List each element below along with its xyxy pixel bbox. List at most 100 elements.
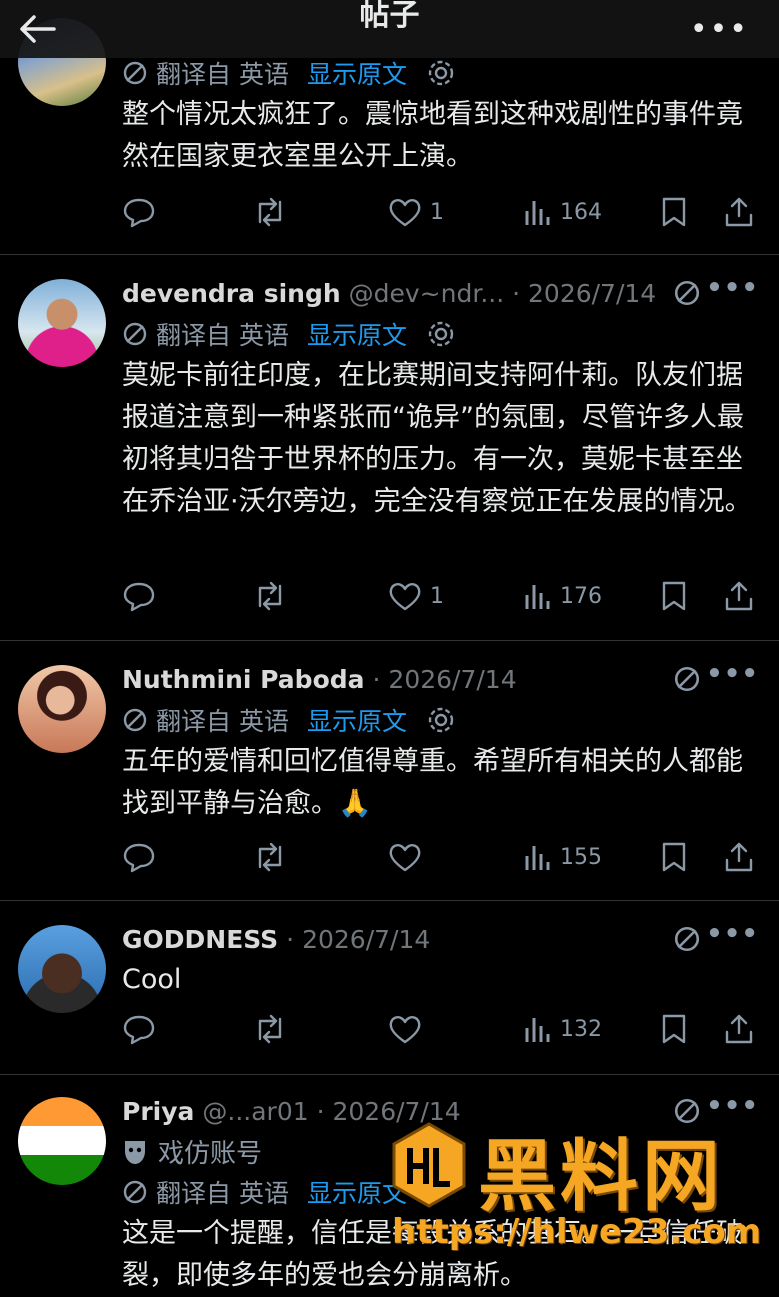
author-name[interactable]: Priya: [122, 1097, 194, 1126]
author-name[interactable]: Nuthmini Paboda: [122, 665, 365, 694]
like-button[interactable]: 1: [388, 196, 524, 228]
heart-icon: [389, 199, 421, 227]
watermark-url: https://hlwe23.com: [392, 1212, 762, 1252]
reply-icon: [123, 1015, 155, 1045]
like-button[interactable]: 1: [388, 580, 524, 612]
author-name[interactable]: GODDNESS: [122, 925, 278, 954]
avatar[interactable]: [18, 279, 106, 367]
author-handle: @dev~ndr... · 2026/7/14: [348, 279, 657, 308]
retweet-button[interactable]: [252, 841, 388, 873]
mask-icon: [125, 1140, 145, 1164]
reply-icon: [123, 843, 155, 873]
share-icon: [725, 581, 753, 611]
reply-icon: [123, 582, 155, 612]
no-translate-icon: [123, 61, 147, 85]
bookmark-icon: [662, 842, 686, 872]
author-row[interactable]: devendra singh @dev~ndr... · 2026/7/14 ••…: [122, 279, 759, 313]
share-button[interactable]: [724, 196, 754, 228]
share-icon: [725, 1014, 753, 1044]
translation-row: 翻译自 英语 显示原文: [122, 56, 455, 90]
reply-post[interactable]: Nuthmini Paboda · 2026/7/14 ••• 翻译自 英语 显示…: [0, 641, 779, 901]
view-count: 164: [560, 199, 602, 225]
reply-post[interactable]: devendra singh @dev~ndr... · 2026/7/14 ••…: [0, 255, 779, 641]
retweet-icon: [258, 197, 282, 227]
heart-icon: [389, 844, 421, 872]
views-button[interactable]: 176: [524, 581, 660, 611]
gear-icon[interactable]: [427, 706, 455, 734]
views-icon: [525, 585, 550, 609]
page-title: 帖子: [359, 0, 420, 33]
retweet-icon: [258, 581, 282, 611]
author-handle: · 2026/7/14: [286, 925, 431, 954]
author-row[interactable]: Nuthmini Paboda · 2026/7/14 •••: [122, 665, 759, 699]
views-button[interactable]: 155: [524, 842, 660, 872]
reply-button[interactable]: [122, 196, 252, 228]
no-translate-icon: [674, 926, 700, 952]
views-icon: [525, 846, 550, 870]
retweet-button[interactable]: [252, 1013, 388, 1045]
post-text: 莫妮卡前往印度，在比赛期间支持阿什莉。队友们据报道注意到一种紧张而“诡异”的氛围…: [122, 360, 752, 517]
translation-row: 翻译自 英语 显示原文: [122, 703, 455, 737]
bookmark-button[interactable]: [660, 580, 724, 612]
reply-button[interactable]: [122, 1013, 252, 1045]
bookmark-icon: [662, 581, 686, 611]
retweet-button[interactable]: [252, 580, 388, 612]
reply-icon: [123, 198, 155, 228]
show-original-link[interactable]: 显示原文: [307, 55, 407, 91]
avatar[interactable]: [18, 1097, 106, 1185]
view-count: 155: [560, 844, 602, 870]
avatar[interactable]: [18, 665, 106, 753]
more-icon[interactable]: •••: [706, 925, 759, 949]
share-icon: [725, 197, 753, 227]
retweet-icon: [258, 842, 282, 872]
reply-button[interactable]: [122, 580, 252, 612]
reply-post[interactable]: GODDNESS · 2026/7/14 ••• Cool 132: [0, 901, 779, 1075]
post-text: 整个情况太疯狂了。震惊地看到这种戏剧性的事件竟然在国家更衣室里公开上演。: [122, 99, 743, 172]
heart-icon: [389, 1016, 421, 1044]
more-icon[interactable]: •••: [706, 279, 759, 303]
bookmark-button[interactable]: [660, 841, 724, 873]
avatar[interactable]: [18, 925, 106, 1013]
post-text: 五年的爱情和回忆值得尊重。希望所有相关的人都能找到平静与治愈。🙏: [122, 746, 743, 819]
share-button[interactable]: [724, 841, 754, 873]
like-button[interactable]: [388, 1013, 524, 1045]
action-bar: 1 176: [122, 576, 762, 616]
action-bar: 132: [122, 1009, 762, 1049]
action-bar: 155: [122, 837, 762, 877]
retweet-button[interactable]: [252, 196, 388, 228]
views-icon: [525, 1018, 550, 1042]
views-button[interactable]: 132: [524, 1014, 660, 1044]
author-row[interactable]: GODDNESS · 2026/7/14 •••: [122, 925, 759, 959]
translated-from-label: 翻译自 英语: [156, 60, 289, 89]
parody-text: 戏仿账号: [158, 1139, 263, 1169]
no-translate-icon: [674, 280, 700, 306]
author-name[interactable]: devendra singh: [122, 279, 341, 308]
bookmark-button[interactable]: [660, 1013, 724, 1045]
reply-button[interactable]: [122, 841, 252, 873]
post-text: Cool: [122, 964, 182, 995]
views-button[interactable]: 164: [524, 197, 660, 227]
like-count: 1: [430, 199, 444, 225]
view-count: 132: [560, 1016, 602, 1042]
view-count: 176: [560, 583, 602, 609]
translated-from-label: 翻译自 英语: [156, 707, 289, 736]
no-translate-icon: [123, 322, 147, 346]
no-translate-icon: [123, 708, 147, 732]
parody-label: 戏仿账号: [122, 1133, 262, 1170]
show-original-link[interactable]: 显示原文: [307, 316, 407, 352]
translation-row: 翻译自 英语 显示原文: [122, 317, 455, 351]
share-icon: [725, 842, 753, 872]
watermark-brand: 黑料网: [478, 1132, 725, 1222]
bookmark-icon: [662, 197, 686, 227]
translation-row: 翻译自 英语 显示原文: [122, 1175, 407, 1209]
top-bar: 帖子 •••: [0, 0, 779, 58]
bookmark-icon: [662, 1014, 686, 1044]
share-button[interactable]: [724, 580, 754, 612]
share-button[interactable]: [724, 1013, 754, 1045]
bookmark-button[interactable]: [660, 196, 724, 228]
gear-icon[interactable]: [427, 59, 455, 87]
like-button[interactable]: [388, 841, 524, 873]
show-original-link[interactable]: 显示原文: [307, 702, 407, 738]
gear-icon[interactable]: [427, 320, 455, 348]
more-icon[interactable]: •••: [706, 665, 759, 689]
